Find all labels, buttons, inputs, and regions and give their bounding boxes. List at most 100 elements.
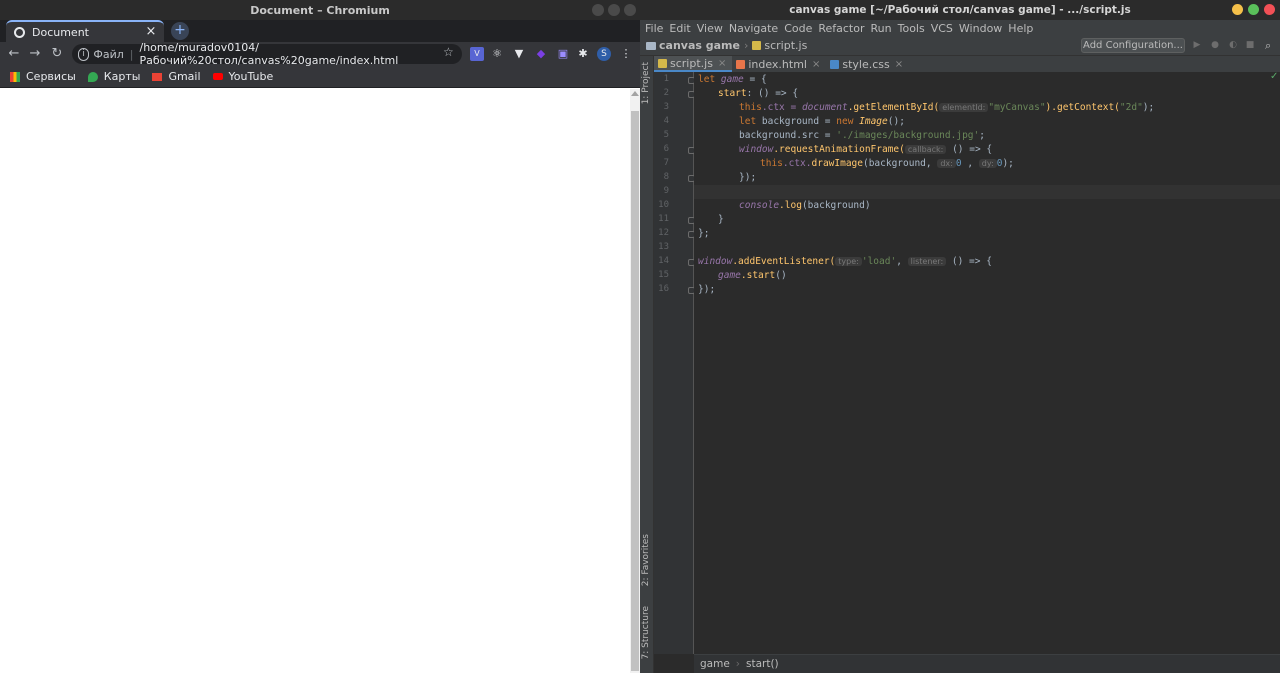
menu-navigate[interactable]: Navigate [729,22,778,35]
parameter-hint: dy: [978,159,997,168]
project-tool-button[interactable]: 1: Project [641,62,653,104]
menu-code[interactable]: Code [784,22,812,35]
breadcrumb-project[interactable]: canvas game [646,39,740,52]
bookmark-gmail[interactable]: Gmail [152,70,201,83]
globe-icon [14,26,25,38]
new-tab-button[interactable]: + [171,22,189,40]
ide-window: canvas game [~/Рабочий стол/canvas game]… [640,0,1280,673]
extension-window-icon[interactable]: ▣ [556,47,570,61]
menu-run[interactable]: Run [871,22,892,35]
stop-icon[interactable]: ■ [1245,40,1255,50]
code-line-10: console.log(background) [739,200,871,211]
breadcrumb-label: script.js [764,39,808,52]
code-line-3: this.ctx = document.getElementById(eleme… [739,102,1155,113]
menu-help[interactable]: Help [1008,22,1033,35]
profile-avatar-icon[interactable]: S [597,47,611,61]
extension-purple-icon[interactable]: ◆ [534,47,548,61]
bookmark-label: Сервисы [26,70,76,83]
ide-window-title: canvas game [~/Рабочий стол/canvas game]… [789,4,1131,16]
code-editor[interactable]: let game = { start: () => { this.ctx = d… [694,72,1280,654]
close-window-button[interactable] [624,4,636,16]
code-line-8: }); [739,172,757,183]
javascript-file-icon [752,41,762,50]
bookmark-label: Карты [103,70,141,83]
search-icon[interactable]: ⌕ [1265,39,1271,53]
scrollbar-thumb[interactable] [631,111,639,671]
back-button[interactable]: ← [5,45,23,63]
run-icon[interactable]: ▶ [1192,40,1202,50]
tab-close-icon[interactable]: × [812,59,820,70]
menu-vcs[interactable]: VCS [931,22,953,35]
menu-view[interactable]: View [697,22,723,35]
add-configuration-button[interactable]: Add Configuration... [1081,38,1185,53]
tab-close-icon[interactable]: × [895,59,903,70]
tab-script-js[interactable]: script.js × [654,56,733,72]
menu-window[interactable]: Window [959,22,1002,35]
page-scrollbar[interactable] [630,89,640,673]
line-number: 4 [663,116,669,126]
line-number: 9 [663,186,669,196]
extension-v-icon[interactable]: V [470,47,484,61]
chromium-titlebar: Document – Chromium [0,0,640,20]
parameter-hint: callback: [904,145,947,154]
info-icon[interactable]: i [78,47,90,61]
gmail-icon [152,72,163,81]
extension-vue-icon[interactable]: ▼ [512,47,526,61]
code-line-14: window.addEventListener(type:'load', lis… [698,256,992,267]
debug-icon[interactable]: ● [1210,40,1220,50]
coverage-icon[interactable]: ◐ [1228,40,1238,50]
menu-file[interactable]: File [645,22,663,35]
breadcrumb-game[interactable]: game [700,658,730,670]
line-number-gutter[interactable]: 1 2 3 4 5 6 7 8 9 10 11 12 13 14 15 16 [654,72,711,654]
minimize-button[interactable] [1232,4,1243,15]
extension-react-icon[interactable]: ⚛ [490,47,504,61]
favorites-tool-button[interactable]: 2: Favorites [641,534,653,586]
maximize-button[interactable] [608,4,620,16]
tab-close-button[interactable]: × [144,25,158,39]
tab-style-css[interactable]: style.css × [826,56,909,72]
maximize-button[interactable] [1248,4,1259,15]
address-bar[interactable]: i Файл | /home/muradov0104/Рабочий%20сто… [72,41,462,67]
bookmark-services[interactable]: Сервисы [10,70,76,83]
tab-strip: Document × + [0,20,640,42]
inspection-ok-icon[interactable]: ✓ [1270,71,1278,82]
tab-label: index.html [748,57,807,71]
line-number: 5 [663,130,669,140]
bookmark-youtube[interactable]: YouTube [212,70,273,83]
maps-pin-icon [87,71,98,82]
bookmark-maps[interactable]: Карты [87,70,141,83]
browser-tab[interactable]: Document × [6,20,164,42]
folder-icon [646,41,656,50]
page-viewport[interactable] [0,89,630,673]
bookmark-star-icon[interactable]: ☆ [443,45,454,59]
breadcrumb-separator: › [735,658,740,670]
url-separator: | [129,47,134,61]
forward-button[interactable]: → [26,45,44,63]
javascript-file-icon [658,58,667,68]
tab-close-icon[interactable]: × [718,58,726,69]
tab-index-html[interactable]: index.html × [732,56,826,72]
chromium-window: Document – Chromium Document × + ← → ↻ i… [0,0,640,673]
code-line-4: let background = new Image(); [739,116,905,127]
breadcrumb-start[interactable]: start() [746,658,779,670]
structure-tool-button[interactable]: 7: Structure [641,606,653,660]
close-window-button[interactable] [1264,4,1275,15]
extensions-puzzle-icon[interactable]: ✱ [576,47,590,61]
bookmarks-bar: Сервисы Карты Gmail YouTube [0,66,640,88]
parameter-hint: type: [835,257,862,266]
html-file-icon [736,59,746,69]
menu-refactor[interactable]: Refactor [818,22,864,35]
reload-button[interactable]: ↻ [48,45,66,63]
scroll-up-arrow-icon[interactable] [631,91,639,96]
browser-menu-icon[interactable]: ⋮ [619,47,633,61]
parameter-hint: elementId: [939,103,989,112]
url-text[interactable]: /home/muradov0104/Рабочий%20стол/canvas%… [139,41,462,67]
line-number: 16 [658,284,669,294]
breadcrumb-file[interactable]: script.js [752,39,807,52]
code-line-16: }); [698,284,716,295]
line-number: 8 [663,172,669,182]
minimize-button[interactable] [592,4,604,16]
menu-tools[interactable]: Tools [898,22,925,35]
menu-edit[interactable]: Edit [669,22,690,35]
line-number: 13 [658,242,669,252]
